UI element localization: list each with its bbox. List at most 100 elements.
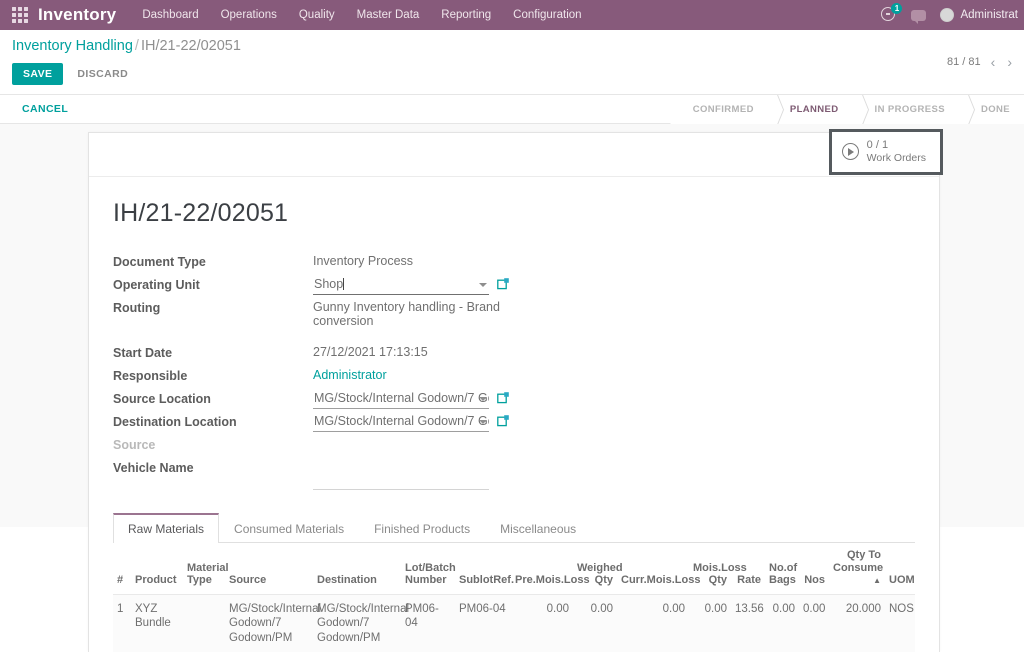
sort-ascending-icon: ▲ — [873, 576, 881, 586]
form-column-left: Document Type Inventory Process Operatin… — [113, 254, 509, 493]
chevron-down-icon-destination-location[interactable] — [479, 420, 487, 424]
sheet-button-box-area: 0 / 1 Work Orders — [89, 129, 943, 177]
control-panel: Inventory Handling / IH/21-22/02051 SAVE D… — [0, 30, 1024, 95]
cell-seq: 1 — [117, 602, 124, 615]
field-row-routing: Routing Gunny Inventory handling - Brand… — [113, 300, 503, 328]
col-seq[interactable]: # — [113, 543, 131, 595]
status-planned[interactable]: PLANNED — [769, 95, 855, 124]
work-orders-stat-button[interactable]: 0 / 1 Work Orders — [828, 129, 943, 175]
col-mois-loss-qty[interactable]: Mois.Loss Qty — [689, 543, 747, 595]
col-pre-mois-loss[interactable]: Pre.Mois.Loss — [511, 543, 590, 595]
label-vehicle-name: Vehicle Name — [113, 461, 194, 475]
external-link-icon-destination-location[interactable] — [497, 414, 510, 427]
apps-grid-icon[interactable] — [12, 7, 28, 23]
breadcrumb: Inventory Handling / IH/21-22/02051 — [12, 38, 1012, 59]
destination-location-input[interactable]: MG/Stock/Internal Godown/7 Godow — [313, 414, 489, 432]
external-link-icon-source-location[interactable] — [497, 391, 510, 404]
col-product[interactable]: Product — [131, 543, 183, 595]
field-row-destination-location: Destination Location MG/Stock/Internal G… — [113, 414, 509, 434]
value-responsible[interactable]: Administrator — [313, 368, 503, 382]
source-location-input[interactable]: MG/Stock/Internal Godown/7 Godow — [313, 391, 489, 409]
menu-item-operations[interactable]: Operations — [221, 9, 277, 21]
vehicle-name-input[interactable] — [313, 474, 489, 490]
tab-miscellaneous[interactable]: Miscellaneous — [485, 513, 591, 543]
label-start-date: Start Date — [113, 346, 173, 360]
col-qty-to-consume[interactable]: Qty To Consume ▲ — [829, 543, 885, 595]
field-row-vehicle-name: Vehicle Name — [113, 460, 503, 490]
play-circle-icon — [841, 143, 859, 161]
operating-unit-input[interactable]: Shop — [313, 277, 489, 295]
cell-source: MG/Stock/Internal Godown/7 Godown/PM — [229, 602, 322, 644]
col-nos[interactable]: Nos — [799, 543, 829, 595]
col-lot-batch-number[interactable]: Lot/Batch Number — [401, 543, 456, 595]
cell-uom: NOS — [889, 602, 914, 615]
pager-previous-icon[interactable]: ‹ — [989, 54, 998, 70]
field-spacer — [113, 331, 503, 345]
save-button[interactable]: SAVE — [12, 63, 64, 85]
col-rate[interactable]: Rate — [731, 543, 765, 595]
cell-pre-mois-loss: 0.00 — [546, 602, 569, 615]
col-uom[interactable]: UOM — [885, 543, 915, 595]
value-vehicle-name — [313, 460, 503, 490]
chevron-down-icon[interactable] — [479, 283, 487, 287]
main-menu: Dashboard Operations Quality Master Data… — [142, 9, 581, 21]
menu-item-master-data[interactable]: Master Data — [357, 9, 420, 21]
cell-curr-mois-loss: 0.00 — [662, 602, 685, 615]
stat-button-text: 0 / 1 Work Orders — [867, 139, 926, 165]
value-source-location: MG/Stock/Internal Godown/7 Godow — [313, 391, 509, 409]
activity-counter-badge: 1 — [891, 3, 903, 14]
tab-raw-materials[interactable]: Raw Materials — [113, 513, 220, 543]
tab-consumed-materials[interactable]: Consumed Materials — [219, 513, 359, 543]
col-sublot-ref[interactable]: SublotRef. — [455, 543, 514, 595]
table-row[interactable]: 1 XYZ Bundle MG/Stock/Internal Godown/7 … — [113, 594, 915, 652]
menu-item-quality[interactable]: Quality — [299, 9, 335, 21]
cell-mois-loss-qty: 0.00 — [704, 602, 727, 615]
col-curr-mois-loss[interactable]: Curr.Mois.Loss — [617, 543, 700, 595]
form-fields: Document Type Inventory Process Operatin… — [113, 254, 915, 493]
chevron-down-icon-source-location[interactable] — [479, 397, 487, 401]
cell-lot-batch-number: PM06-04 — [405, 602, 439, 630]
user-avatar-icon — [940, 8, 955, 22]
cell-destination: MG/Stock/Internal Godown/7 Godown/PM — [317, 602, 410, 644]
top-navbar: Inventory Dashboard Operations Quality M… — [0, 0, 1024, 30]
breadcrumb-root-link[interactable]: Inventory Handling — [12, 38, 133, 54]
tab-finished-products[interactable]: Finished Products — [359, 513, 485, 543]
app-brand-title[interactable]: Inventory — [38, 5, 116, 25]
cell-qty-to-consume: 20.000 — [845, 602, 881, 615]
menu-item-configuration[interactable]: Configuration — [513, 9, 581, 21]
source-location-text: MG/Stock/Internal Godown/7 Godow — [314, 391, 489, 405]
col-source[interactable]: Source — [225, 543, 313, 595]
table-header-row: # Product Material Type Source Destinati… — [113, 543, 915, 595]
form-sheet: 0 / 1 Work Orders IH/21-22/02051 Documen… — [88, 129, 943, 652]
user-name-label: Administrat — [960, 9, 1018, 21]
label-source-location: Source Location — [113, 392, 211, 406]
pager-next-icon[interactable]: › — [1005, 54, 1014, 70]
stat-button-wrapper: 0 / 1 Work Orders — [828, 129, 943, 175]
status-done[interactable]: DONE — [960, 95, 1024, 124]
notebook: Raw Materials Consumed Materials Finishe… — [113, 513, 915, 652]
col-qty-to-consume-label: Qty To Consume — [833, 549, 884, 574]
action-status-row: CANCEL CONFIRMED PLANNED IN PROGRESS DON… — [0, 95, 1024, 124]
col-weighed-qty[interactable]: Weighed Qty — [573, 543, 623, 595]
chat-bubble-icon[interactable] — [911, 9, 927, 24]
field-row-operating-unit: Operating Unit Shop — [113, 277, 509, 297]
user-menu[interactable]: Administrat — [940, 8, 1018, 22]
label-destination-location: Destination Location — [113, 415, 237, 429]
destination-location-text: MG/Stock/Internal Godown/7 Godow — [314, 414, 489, 428]
col-no-of-bags[interactable]: No.of Bags — [765, 543, 799, 595]
raw-materials-table: # Product Material Type Source Destinati… — [113, 543, 915, 652]
external-link-icon-operating-unit[interactable] — [497, 277, 510, 290]
col-material-type[interactable]: Material Type — [183, 543, 229, 595]
cell-material-type — [183, 594, 225, 652]
status-confirmed[interactable]: CONFIRMED — [672, 95, 770, 124]
activity-menu[interactable]: 1 — [881, 3, 903, 23]
col-destination[interactable]: Destination — [313, 543, 401, 595]
menu-item-reporting[interactable]: Reporting — [441, 9, 491, 21]
cell-weighed-qty: 0.00 — [590, 602, 613, 615]
discard-button[interactable]: DISCARD — [69, 63, 136, 85]
status-in-progress[interactable]: IN PROGRESS — [854, 95, 961, 124]
value-document-type: Inventory Process — [313, 254, 414, 268]
menu-item-dashboard[interactable]: Dashboard — [142, 9, 198, 21]
cancel-button[interactable]: CANCEL — [16, 99, 74, 119]
value-routing: Gunny Inventory handling - Brand convers… — [313, 300, 500, 328]
